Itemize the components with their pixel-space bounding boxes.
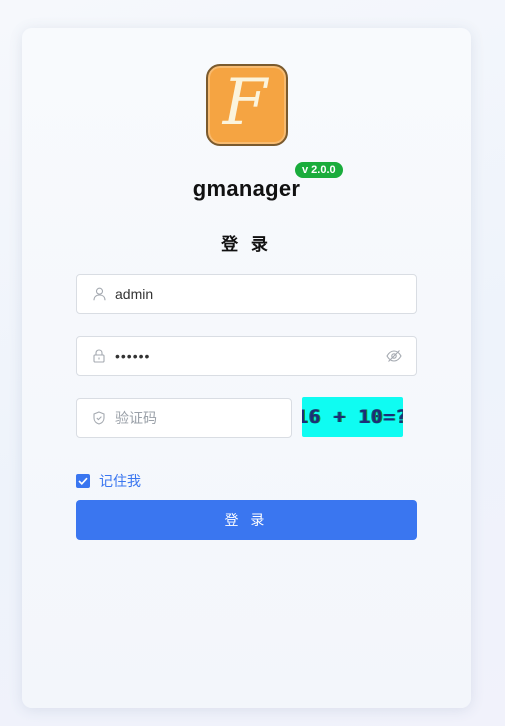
remember-me-label[interactable]: 记住我 <box>99 471 141 491</box>
username-value: admin <box>115 286 154 302</box>
login-button[interactable]: 登 录 <box>76 500 417 540</box>
username-field[interactable]: admin <box>76 274 417 314</box>
login-card: F v 2.0.0 gmanager 登 录 admin •••••• 验证码 … <box>22 28 471 708</box>
lock-icon <box>92 349 106 363</box>
app-logo: F <box>206 64 288 146</box>
app-name: gmanager <box>192 176 301 201</box>
logo-letter: F <box>222 66 268 140</box>
password-field[interactable]: •••••• <box>76 336 417 376</box>
checkbox-checked-icon[interactable] <box>76 474 90 488</box>
captcha-field[interactable]: 验证码 <box>76 398 292 438</box>
remember-me-checkbox[interactable]: 记住我 <box>76 471 141 491</box>
shield-icon <box>92 411 106 425</box>
password-value: •••••• <box>115 348 151 364</box>
captcha-image[interactable]: 16 + 10=? <box>302 397 403 437</box>
login-heading: 登 录 <box>221 235 272 254</box>
user-icon <box>92 287 106 301</box>
captcha-image-text: 16 + 10=? <box>302 406 403 428</box>
eye-hidden-icon[interactable] <box>386 349 402 363</box>
captcha-placeholder: 验证码 <box>115 410 157 426</box>
